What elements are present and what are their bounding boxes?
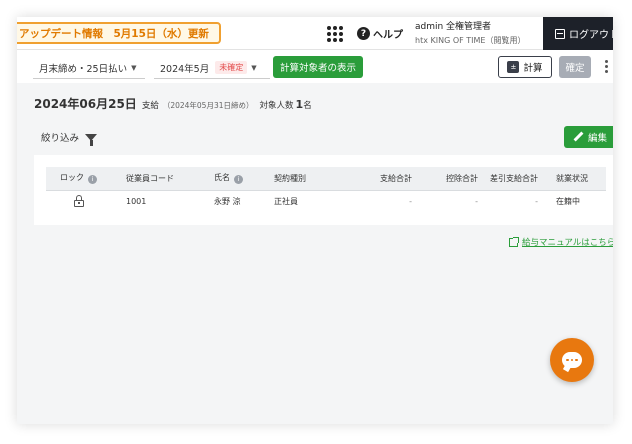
calculate-button[interactable]: ± 計算 [498, 56, 552, 78]
column-header-name: 氏名 i [210, 167, 270, 191]
logout-label: ログアウト [569, 30, 613, 41]
info-icon[interactable]: i [88, 175, 97, 185]
app-window: アップデート情報 5月15日（水）更新 ? ヘルプ admin 全権管理者 ht… [17, 17, 613, 424]
employee-table: ロック i 従業員コード 氏名 i 契約種別 支給合計 控除合計 差引支給合計 就業… [46, 167, 606, 213]
user-name: admin 全権管理者 [415, 22, 492, 32]
pay-type: 支給 [141, 101, 159, 111]
calculate-label: 計算 [523, 63, 543, 74]
payroll-manual-link[interactable]: 給与マニュアルはこちら [509, 236, 613, 248]
employee-table-card: ロック i 従業員コード 氏名 i 契約種別 支給合計 控除合計 差引支給合計 就業… [34, 155, 613, 225]
column-header-net-total[interactable]: 差引支給合計 [482, 167, 542, 191]
closing-type-select[interactable]: 月末締め・25日払い ▼ [33, 57, 145, 79]
more-menu-icon[interactable] [605, 60, 609, 75]
column-header-status[interactable]: 就業状況 [542, 167, 606, 191]
month-select[interactable]: 2024年5月 未確定 ▼ [154, 57, 270, 79]
lock-cell[interactable] [46, 190, 122, 213]
toolbar: 月末締め・25日払い ▼ 2024年5月 未確定 ▼ 計算対象者の表示 ± 計算… [17, 50, 613, 83]
column-header-pay-total[interactable]: 支給合計 [350, 167, 416, 191]
filter-label: 絞り込み [41, 133, 80, 144]
closing-type-value: 月末締め・25日払い [39, 63, 128, 75]
column-header-deduction-total[interactable]: 控除合計 [416, 167, 482, 191]
column-header-lock: ロック i [46, 167, 122, 191]
show-target-employees-button[interactable]: 計算対象者の表示 [273, 56, 364, 78]
user-info: admin 全権管理者 htx KING OF TIME（閲覧用） [415, 20, 525, 48]
unconfirmed-badge: 未確定 [215, 61, 248, 74]
edit-button[interactable]: 編集 [564, 126, 613, 148]
chat-button[interactable] [550, 338, 594, 382]
table-row[interactable]: 1001 永野 涼 正社員 - - - 在籍中 [46, 190, 606, 213]
calculator-icon: ± [507, 61, 520, 73]
table-header-row: ロック i 従業員コード 氏名 i 契約種別 支給合計 控除合計 差引支給合計 就業… [46, 167, 606, 191]
pay-date: 2024年06月25日 [34, 97, 137, 111]
count-label: 対象人数 [259, 101, 294, 111]
manual-link-label: 給与マニュアルはこちら [522, 238, 613, 248]
pay-total: - [409, 197, 412, 207]
app-grid-icon[interactable] [327, 26, 343, 42]
tenant-name: htx KING OF TIME（閲覧用） [415, 36, 526, 45]
filter-toggle[interactable]: 絞り込み [41, 130, 98, 146]
logout-icon [555, 28, 565, 39]
count-value: 1 [295, 98, 304, 111]
caret-down-icon: ▼ [251, 63, 257, 72]
help-button[interactable]: ? ヘルプ [357, 26, 403, 41]
contract-type: 正社員 [274, 197, 298, 207]
edit-label: 編集 [588, 133, 608, 144]
logout-button[interactable]: ログアウト [543, 17, 613, 50]
caret-down-icon: ▼ [131, 63, 137, 72]
unlock-icon[interactable] [74, 194, 84, 207]
top-bar: アップデート情報 5月15日（水）更新 ? ヘルプ admin 全権管理者 ht… [17, 17, 613, 50]
count-unit: 名 [303, 101, 312, 111]
employment-status: 在籍中 [556, 197, 580, 207]
employee-name[interactable]: 永野 涼 [210, 190, 270, 213]
net-total: - [535, 197, 538, 207]
funnel-icon [85, 133, 98, 146]
employee-code: 1001 [126, 197, 147, 207]
deduction-total: - [475, 197, 478, 207]
chat-bubble-icon [562, 352, 582, 368]
help-label: ヘルプ [373, 30, 403, 41]
pencil-icon [573, 132, 583, 142]
column-header-contract[interactable]: 契約種別 [270, 167, 350, 191]
closing-note: （2024年05月31日締め） [162, 101, 254, 110]
confirm-button[interactable]: 確定 [559, 56, 591, 78]
month-value: 2024年5月 [160, 63, 210, 75]
payroll-heading: 2024年06月25日 支給 （2024年05月31日締め） 対象人数 1 名 [34, 95, 312, 112]
external-link-icon [509, 236, 519, 247]
info-icon[interactable]: i [234, 175, 243, 185]
column-header-code[interactable]: 従業員コード [122, 167, 210, 191]
question-icon: ? [357, 27, 370, 40]
update-notice[interactable]: アップデート情報 5月15日（水）更新 [17, 22, 221, 44]
